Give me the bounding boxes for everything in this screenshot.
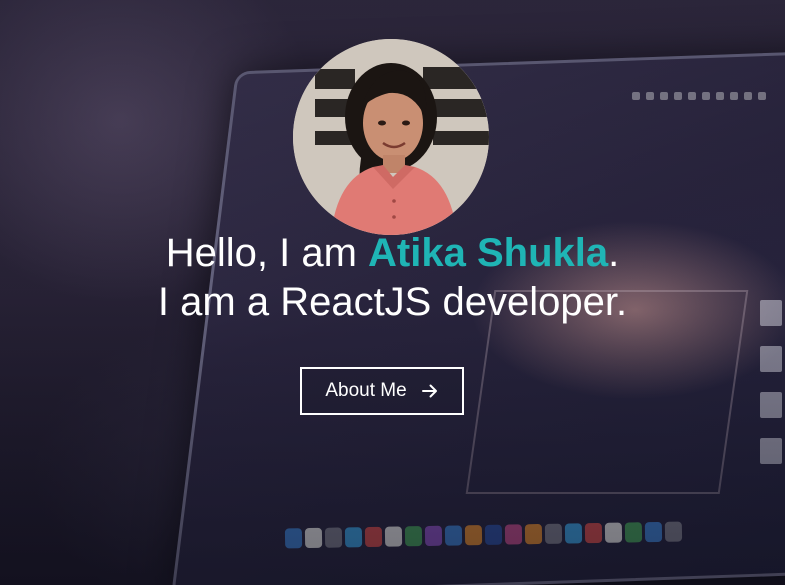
hero-tagline: I am a ReactJS developer.	[157, 280, 628, 324]
hero-greeting-line: Hello, I am Atika Shukla.	[0, 231, 785, 276]
greeting-text: Hello, I am	[165, 231, 369, 275]
about-me-button[interactable]: About Me	[300, 367, 464, 415]
profile-avatar	[293, 39, 489, 235]
profile-photo-icon	[293, 39, 489, 235]
arrow-right-icon	[421, 382, 439, 400]
developer-name: Atika Shukla	[368, 231, 609, 275]
about-me-label: About Me	[325, 380, 407, 401]
greeting-period: .	[608, 231, 620, 275]
